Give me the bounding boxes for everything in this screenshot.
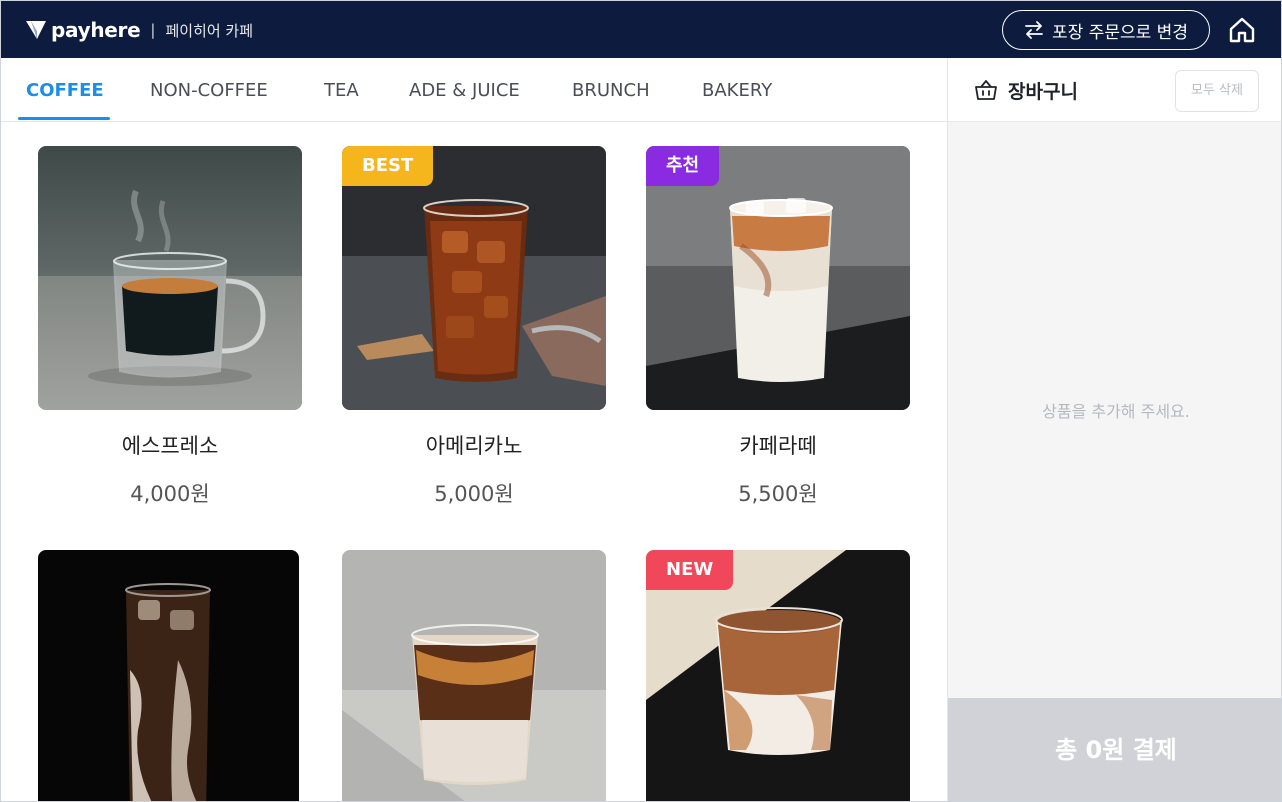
payhere-logo-icon <box>26 21 46 39</box>
brand-separator: | <box>150 21 156 39</box>
swap-arrows-icon <box>1025 21 1043 39</box>
cart-empty-message: 상품을 추가해 주세요. <box>1042 402 1190 421</box>
product-name: 카페라떼 <box>739 434 817 458</box>
tab-ade-juice[interactable]: ADE & JUICE <box>409 58 520 122</box>
switch-to-takeout-label: 포장 주문으로 변경 <box>1052 22 1188 43</box>
product-image-espresso <box>38 146 302 410</box>
clear-all-button[interactable]: 모두 삭제 <box>1175 70 1259 112</box>
switch-to-takeout-button[interactable]: 포장 주문으로 변경 <box>1002 10 1210 50</box>
product-image-new-iced-coffee: NEW <box>646 550 910 801</box>
tab-bakery[interactable]: BAKERY <box>702 58 772 122</box>
brand-name: payhere <box>51 18 141 42</box>
product-price: 4,000원 <box>130 482 210 506</box>
product-image-americano: BEST <box>342 146 606 410</box>
product-price: 5,500원 <box>738 482 818 506</box>
cart-title: 장바구니 <box>1008 81 1078 103</box>
tab-brunch[interactable]: BRUNCH <box>572 58 650 122</box>
shopping-basket-icon <box>975 80 997 100</box>
brand-logo: payhere | 페이히어 카페 <box>25 18 253 42</box>
cart-panel: 장바구니 모두 삭제 상품을 추가해 주세요. 총 0원 결제 <box>947 58 1281 801</box>
product-image-iced-latte-glass <box>342 550 606 801</box>
product-badge: NEW <box>646 550 734 590</box>
product-badge: 추천 <box>646 146 720 186</box>
tab-non-coffee[interactable]: NON-COFFEE <box>150 58 268 122</box>
product-name: 에스프레소 <box>121 434 219 458</box>
store-name: 페이히어 카페 <box>165 21 254 40</box>
home-icon[interactable] <box>1227 15 1257 45</box>
product-name: 아메리카노 <box>425 434 523 458</box>
cart-header: 장바구니 모두 삭제 <box>948 58 1281 122</box>
product-badge: BEST <box>342 146 434 186</box>
tab-coffee[interactable]: COFFEE <box>26 58 104 122</box>
active-tab-indicator <box>18 117 110 120</box>
product-price: 5,000원 <box>434 482 514 506</box>
top-bar: payhere | 페이히어 카페 포장 주문으로 변경 <box>1 1 1281 58</box>
category-tabs: COFFEE NON-COFFEE TEA ADE & JUICE BRUNCH… <box>1 58 947 122</box>
kiosk-window: payhere | 페이히어 카페 포장 주문으로 변경 COFFEE NON-… <box>0 0 1282 802</box>
pay-button[interactable]: 총 0원 결제 <box>948 698 1281 801</box>
product-image-cafe-latte: 추천 <box>646 146 910 410</box>
tab-tea[interactable]: TEA <box>324 58 359 122</box>
product-image-iced-latte-tall <box>38 550 299 801</box>
